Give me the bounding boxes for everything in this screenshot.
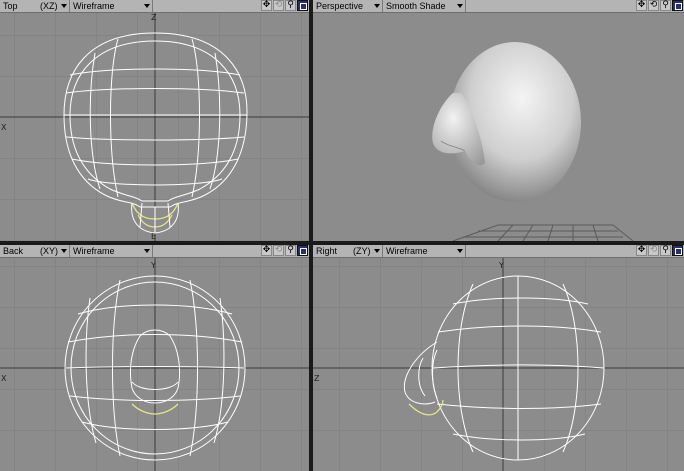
viewport-canvas[interactable]: Y Z [313,258,684,471]
chevron-down-icon [457,4,463,8]
zoom-view-icon[interactable]: ⚲ [285,245,296,256]
render-mode-label: Wireframe [386,246,428,256]
axis-x-label: X [1,374,7,383]
chevron-down-icon [144,4,150,8]
view-type-dropdown[interactable]: Top (XZ) [0,0,70,12]
axes-label: (XZ) [40,1,58,11]
view-type-label: Top [3,1,18,11]
axis-y-label: Y [150,261,156,270]
viewport-canvas[interactable] [313,13,684,241]
render-mode-dropdown[interactable]: Smooth Shade [383,0,466,12]
viewport-canvas[interactable]: X Z E [0,13,309,241]
rotate-view-icon[interactable]: ⟲ [648,0,659,11]
zoom-view-icon[interactable]: ⚲ [660,245,671,256]
move-view-icon[interactable]: ✥ [261,0,272,11]
viewport-header: Perspective Smooth Shade ✥ ⟲ ⚲ [313,0,684,13]
render-mode-dropdown[interactable]: Wireframe [70,245,153,257]
view-type-dropdown[interactable]: Right (ZY) [313,245,383,257]
rotate-view-icon[interactable]: ⟲ [273,245,284,256]
view-type-label: Right [316,246,338,256]
shaded-head-model [432,42,581,202]
view-controls: ✥ ⟲ ⚲ [260,0,308,12]
render-mode-label: Smooth Shade [386,1,446,11]
viewport-header: Top (XZ) Wireframe ✥ ⟲ ⚲ [0,0,309,13]
maximize-viewport-icon[interactable] [297,0,308,11]
render-mode-dropdown[interactable]: Wireframe [383,245,466,257]
render-mode-label: Wireframe [73,1,115,11]
render-mode-label: Wireframe [73,246,115,256]
modeler-workspace: Top (XZ) Wireframe ✥ ⟲ ⚲ X Z E Perspecti… [0,0,684,471]
axes-label: (ZY) [353,246,371,256]
rotate-view-icon[interactable]: ⟲ [648,245,659,256]
chevron-down-icon [61,4,67,8]
move-view-icon[interactable]: ✥ [636,0,647,11]
maximize-viewport-icon[interactable] [672,0,683,11]
render-mode-dropdown[interactable]: Wireframe [70,0,153,12]
axes-label: (XY) [40,246,58,256]
view-controls: ✥ ⟲ ⚲ [635,0,683,12]
axis-z-label: Z [151,13,157,22]
maximize-viewport-icon[interactable] [672,245,683,256]
view-type-label: Back [3,246,24,256]
move-view-icon[interactable]: ✥ [636,245,647,256]
axis-y-label: Y [498,261,504,270]
view-type-label: Perspective [316,1,364,11]
zoom-view-icon[interactable]: ⚲ [285,0,296,11]
chevron-down-icon [374,249,380,253]
view-controls: ✥ ⟲ ⚲ [260,245,308,257]
zoom-view-icon[interactable]: ⚲ [660,0,671,11]
axis-x-label: X [1,123,7,132]
viewport-back[interactable]: Back (XY) Wireframe ✥ ⟲ ⚲ X Y [0,245,309,471]
view-type-dropdown[interactable]: Perspective [313,0,383,12]
rotate-view-icon[interactable]: ⟲ [273,0,284,11]
viewport-header: Back (XY) Wireframe ✥ ⟲ ⚲ [0,245,309,258]
viewport-header: Right (ZY) Wireframe ✥ ⟲ ⚲ [313,245,684,258]
ground-grid [452,224,634,241]
viewport-right[interactable]: Right (ZY) Wireframe ✥ ⟲ ⚲ Y Z [313,245,684,471]
chevron-down-icon [374,4,380,8]
chevron-down-icon [144,249,150,253]
chevron-down-icon [61,249,67,253]
viewport-perspective[interactable]: Perspective Smooth Shade ✥ ⟲ ⚲ [313,0,684,241]
chevron-down-icon [457,249,463,253]
viewport-top[interactable]: Top (XZ) Wireframe ✥ ⟲ ⚲ X Z E [0,0,309,241]
move-view-icon[interactable]: ✥ [261,245,272,256]
view-type-dropdown[interactable]: Back (XY) [0,245,70,257]
viewport-canvas[interactable]: X Y [0,258,309,471]
view-controls: ✥ ⟲ ⚲ [635,245,683,257]
maximize-viewport-icon[interactable] [297,245,308,256]
axis-label-left: Z [314,374,320,383]
